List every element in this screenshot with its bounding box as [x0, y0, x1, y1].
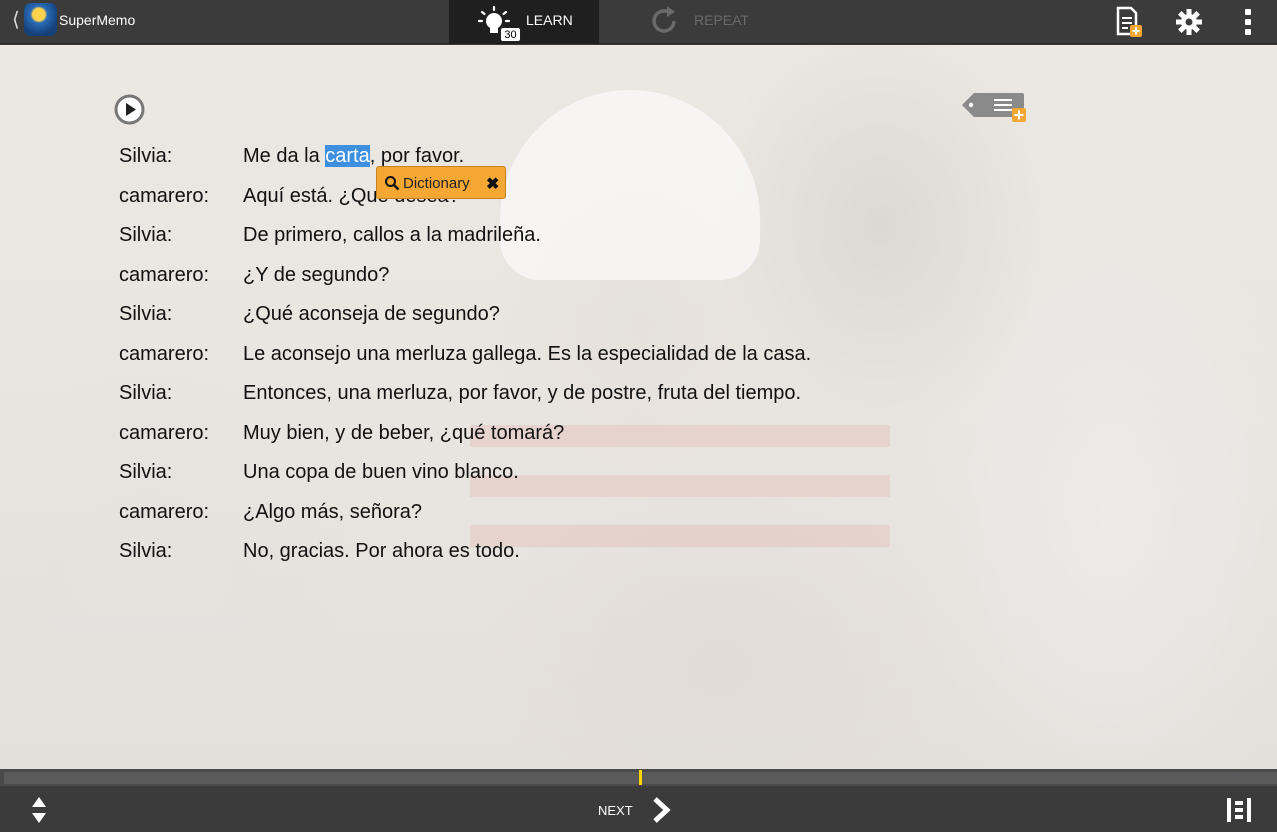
dialog-line-text[interactable]: ¿Y de segundo?	[243, 264, 389, 287]
add-document-icon[interactable]	[1112, 6, 1144, 38]
lesson-progress	[0, 769, 1277, 786]
dialog-line-text[interactable]: No, gracias. Por ahora es todo.	[243, 540, 520, 563]
close-icon[interactable]: ✖	[486, 174, 499, 194]
learn-label: LEARN	[526, 12, 573, 28]
bottom-bar: NEXT	[0, 786, 1277, 832]
background-stripe	[470, 525, 890, 547]
chevron-right-icon[interactable]	[651, 796, 673, 824]
text-segment: Me da la	[243, 145, 326, 167]
back-icon[interactable]: ⟨	[12, 10, 20, 30]
speaker-label: Silvia:	[119, 303, 173, 325]
dialog-line-text[interactable]: Una copa de buen vino blanco.	[243, 461, 519, 484]
dictionary-button[interactable]: Dictionary	[403, 175, 470, 192]
dialog-line-text[interactable]: Entonces, una merluza, por favor, y de p…	[243, 382, 801, 405]
app-name: SuperMemo	[59, 12, 136, 28]
speaker-label: Silvia:	[119, 224, 173, 246]
text-segment: , por favor.	[369, 145, 465, 167]
up-down-arrows-icon[interactable]	[30, 796, 48, 824]
dialog-line-text[interactable]: De primero, callos a la madrileña.	[243, 224, 541, 247]
dialog-line-text[interactable]: Me da la carta, por favor.	[243, 145, 464, 168]
dialog-line-text[interactable]: ¿Algo más, señora?	[243, 501, 422, 524]
speaker-label: Silvia:	[119, 145, 173, 167]
dictionary-popup[interactable]: Dictionary ✖	[376, 166, 506, 199]
layout-toggle-icon[interactable]	[1225, 796, 1253, 824]
speaker-label: camarero:	[119, 422, 210, 444]
search-icon	[385, 176, 400, 191]
tab-learn[interactable]	[449, 0, 599, 44]
speaker-label: camarero:	[119, 264, 210, 286]
background-photo	[500, 90, 760, 280]
speaker-label: Silvia:	[119, 382, 173, 404]
speaker-label: camarero:	[119, 185, 210, 207]
repeat-icon[interactable]	[648, 4, 682, 38]
speaker-label: Silvia:	[119, 461, 173, 483]
dialog-line-text[interactable]: Le aconsejo una merluza gallega. Es la e…	[243, 343, 811, 366]
lesson-content: Silvia: Me da la carta, por favor. camar…	[0, 45, 1277, 769]
progress-marker[interactable]	[639, 770, 642, 785]
gear-icon[interactable]	[1173, 6, 1205, 38]
top-bar: ⟨ SuperMemo 30 LEARN REPEAT	[0, 0, 1277, 44]
play-audio-icon[interactable]	[114, 94, 145, 125]
more-vertical-icon[interactable]	[1232, 6, 1264, 38]
repeat-label: REPEAT	[694, 12, 749, 28]
add-note-tag-icon[interactable]	[960, 89, 1030, 123]
supermemo-logo[interactable]	[24, 3, 57, 36]
speaker-label: camarero:	[119, 343, 210, 365]
speaker-label: camarero:	[119, 501, 210, 523]
learn-count-badge: 30	[500, 27, 521, 42]
dialog-line-text[interactable]: Muy bien, y de beber, ¿qué tomará?	[243, 422, 564, 445]
speaker-label: Silvia:	[119, 540, 173, 562]
next-button[interactable]: NEXT	[598, 803, 633, 818]
dialog-line-text[interactable]: ¿Qué aconseja de segundo?	[243, 303, 500, 326]
background-stripe	[470, 475, 890, 497]
selected-word[interactable]: carta	[325, 145, 370, 167]
